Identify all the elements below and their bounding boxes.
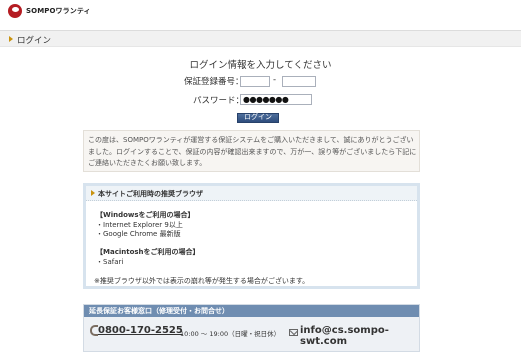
support-hours: 10:00 ～ 19:00（日曜・祝日休）: [180, 330, 281, 338]
windows-heading: 【Windowsをご利用の場合】: [96, 211, 195, 219]
login-button[interactable]: ログイン: [237, 113, 279, 123]
mac-heading: 【Macintoshをご利用の場合】: [96, 248, 200, 256]
page-title: ログイン: [17, 36, 52, 46]
browser-box-heading: 本サイトご利用時の推奨ブラウザ: [98, 190, 203, 198]
mail-icon: [289, 329, 298, 336]
list-item: ・Safari: [96, 258, 124, 266]
triangle-bullet-icon: [91, 190, 95, 196]
support-heading: 延長保証お客様窓口（修理受付・お問合せ）: [89, 307, 229, 315]
support-contact-box: 延長保証お客様窓口（修理受付・お問合せ） 0800-170-2525 10:00…: [83, 304, 420, 352]
warranty-number-input-2[interactable]: [282, 76, 316, 87]
password-label: パスワード：: [193, 96, 245, 106]
warranty-number-separator: -: [273, 75, 277, 85]
triangle-bullet-icon: [9, 36, 13, 42]
sompo-logo-icon: [8, 4, 22, 18]
password-input[interactable]: ●●●●●●●: [240, 94, 312, 105]
header: SOMPOワランティ: [0, 0, 521, 24]
notice-box: この度は、SOMPOワランティが運営する保証システムをご購入いただきまして、誠に…: [83, 130, 420, 172]
browser-note: ※推奨ブラウザ以外では表示の崩れ等が発生する場合がございます。: [94, 277, 310, 285]
login-heading: ログイン情報を入力してください: [189, 60, 332, 71]
recommended-browser-box: 本サイトご利用時の推奨ブラウザ 【Windowsをご利用の場合】 ・Intern…: [83, 183, 420, 289]
phone-icon: [90, 325, 98, 336]
logo-text: SOMPOワランティ: [26, 7, 91, 15]
browser-box-header: 本サイトご利用時の推奨ブラウザ: [86, 186, 417, 201]
list-item: ・Google Chrome 最新版: [96, 230, 181, 238]
support-phone-link[interactable]: 0800-170-2525: [98, 325, 183, 336]
warranty-number-label: 保証登録番号：: [184, 77, 244, 87]
notice-text: この度は、SOMPOワランティが運営する保証システムをご購入いただきまして、誠に…: [88, 136, 417, 167]
page-title-bar: ログイン: [0, 30, 521, 47]
support-header: 延長保証お客様窓口（修理受付・お問合せ）: [84, 305, 419, 317]
warranty-number-input-1[interactable]: [240, 76, 270, 87]
support-email-link[interactable]: info@cs.sompo-swt.com: [300, 325, 419, 347]
